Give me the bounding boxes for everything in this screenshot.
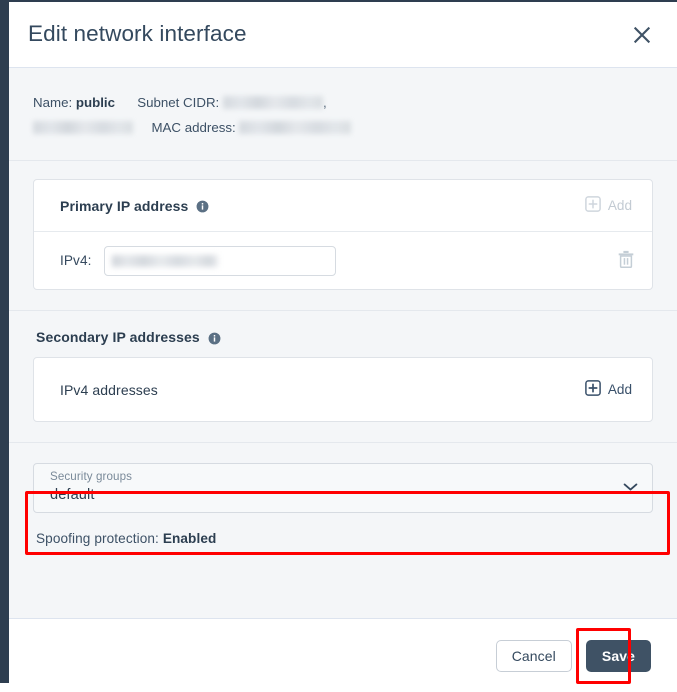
security-groups-value: default: [50, 484, 638, 506]
secondary-ip-pane: Secondary IP addresses IPv4 addresses: [9, 311, 677, 422]
security-groups-zone: Security groups default: [9, 443, 677, 513]
subnet-cidr-label: Subnet CIDR:: [137, 95, 219, 110]
name-value: public: [76, 95, 115, 110]
plus-square-icon: [585, 380, 601, 399]
secondary-ip-card: IPv4 addresses Add: [33, 357, 653, 422]
primary-ipv4-input[interactable]: [104, 246, 336, 276]
info-icon[interactable]: [208, 332, 221, 345]
dialog-header: Edit network interface: [9, 2, 677, 68]
primary-add-button[interactable]: Add: [579, 192, 638, 219]
name-label: Name:: [33, 95, 72, 110]
mac-address-label: MAC address:: [151, 120, 235, 135]
interface-meta: Name: public Subnet CIDR: , MAC address:: [9, 68, 677, 160]
spoofing-protection: Spoofing protection: Enabled: [9, 513, 677, 546]
trash-icon: [618, 250, 634, 271]
secondary-ipv4-label: IPv4 addresses: [60, 382, 158, 398]
spoofing-protection-label: Spoofing protection:: [36, 531, 159, 546]
close-button[interactable]: [625, 18, 659, 52]
info-icon[interactable]: [196, 200, 209, 213]
primary-ip-card: Primary IP address: [33, 179, 653, 290]
chevron-down-icon: [623, 479, 638, 497]
page-title: Edit network interface: [28, 23, 625, 46]
primary-ipv4-row: IPv4:: [34, 232, 652, 289]
close-icon: [632, 25, 652, 45]
primary-ip-title: Primary IP address: [60, 198, 188, 214]
plus-square-icon: [585, 196, 601, 215]
primary-ip-card-header: Primary IP address: [34, 180, 652, 232]
primary-ipv4-delete-button[interactable]: [614, 246, 638, 275]
secondary-ipv4-row: IPv4 addresses Add: [34, 358, 652, 421]
secondary-add-button[interactable]: Add: [579, 376, 638, 403]
secondary-ip-header: Secondary IP addresses: [33, 329, 653, 357]
cancel-button[interactable]: Cancel: [496, 640, 572, 672]
security-groups-label: Security groups: [50, 470, 638, 484]
primary-ip-pane: Primary IP address: [9, 161, 677, 290]
dialog-footer: Cancel Save: [9, 618, 677, 692]
secondary-add-label: Add: [608, 382, 632, 397]
save-button-wrapper: Save: [586, 640, 651, 672]
dialog-body: Name: public Subnet CIDR: , MAC address:…: [9, 68, 677, 618]
subnet-cidr-value-2: [33, 121, 133, 134]
primary-ipv4-label: IPv4:: [60, 253, 91, 268]
save-button[interactable]: Save: [586, 640, 651, 672]
secondary-ip-title: Secondary IP addresses: [36, 329, 200, 345]
primary-add-label: Add: [608, 198, 632, 213]
edit-network-interface-dialog: Edit network interface Name: public Subn…: [9, 2, 677, 692]
subnet-cidr-separator: ,: [323, 95, 327, 110]
subnet-cidr-value-1: [223, 96, 323, 109]
mac-address-value: [239, 121, 351, 134]
spoofing-protection-value: Enabled: [163, 531, 217, 546]
security-groups-select[interactable]: Security groups default: [33, 463, 653, 513]
primary-ipv4-input-wrapper: [104, 246, 336, 276]
